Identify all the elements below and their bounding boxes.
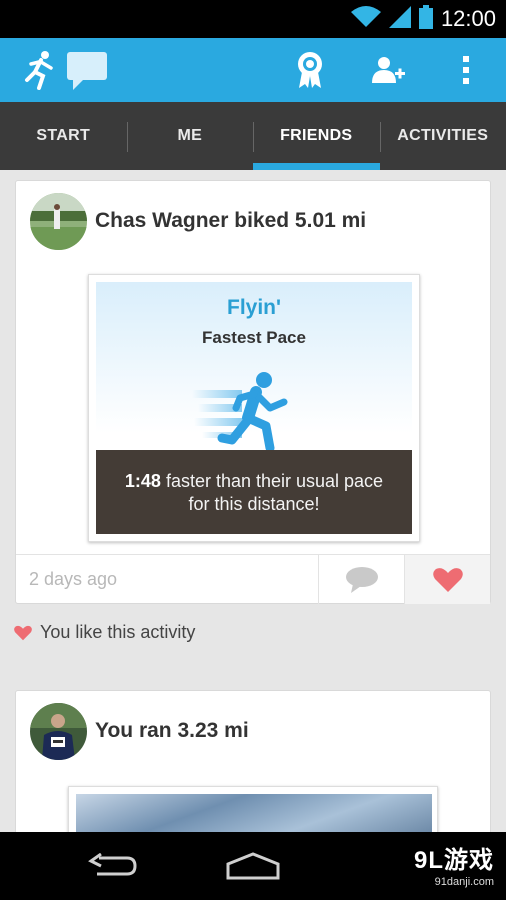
activity-card: Chas Wagner biked 5.01 mi Flyin' Fastest…	[15, 180, 491, 604]
watermark: 9L游戏 91danji.com	[414, 840, 494, 888]
avatar[interactable]	[30, 192, 87, 250]
status-time: 12:00	[440, 6, 496, 31]
badge-description-line1: faster than their usual pace	[160, 471, 384, 491]
comment-button[interactable]	[318, 555, 404, 604]
battery-icon	[418, 4, 433, 34]
runner-logo-icon[interactable]	[20, 38, 60, 102]
chat-bubble-icon[interactable]	[64, 38, 110, 102]
likes-summary[interactable]: You like this activity	[14, 622, 195, 643]
watermark-logo: 9L游戏	[413, 847, 494, 874]
heart-icon	[432, 567, 463, 592]
wifi-icon	[350, 5, 381, 33]
likes-text: You like this activity	[40, 622, 196, 642]
overflow-menu-icon[interactable]	[446, 38, 486, 102]
tab-friends[interactable]: FRIENDS	[253, 102, 380, 170]
tab-me[interactable]: ME	[126, 102, 254, 170]
running-figure-icon	[192, 372, 288, 452]
status-bar: 12:00	[0, 0, 506, 38]
award-ribbon-icon[interactable]	[288, 38, 332, 102]
back-icon[interactable]	[82, 846, 142, 886]
activity-title[interactable]: You ran 3.23 mi	[95, 719, 249, 743]
timestamp: 2 days ago	[29, 569, 118, 589]
badge-description-line2: for this distance!	[188, 494, 320, 514]
badge-highlight: 1:48	[124, 471, 161, 491]
tab-start[interactable]: START	[0, 102, 127, 170]
sky-photo	[76, 794, 432, 832]
badge-description: 1:48 faster than their usual pace for th…	[96, 470, 412, 516]
avatar[interactable]	[30, 702, 87, 760]
tab-bar: START ME FRIENDS ACTIVITIES	[0, 102, 506, 170]
achievement-badge[interactable]: Flyin' Fastest Pace 1:48 faster than the…	[88, 274, 420, 542]
card-header: Chas Wagner biked 5.01 mi	[16, 181, 490, 261]
watermark-url: 91danji.com	[434, 876, 494, 888]
badge-illustration: Flyin' Fastest Pace 1:48 faster than the…	[96, 282, 412, 534]
home-icon[interactable]	[222, 846, 284, 886]
tab-activities[interactable]: ACTIVITIES	[379, 102, 506, 170]
like-button[interactable]	[404, 555, 490, 604]
activity-feed[interactable]: Chas Wagner biked 5.01 mi Flyin' Fastest…	[0, 170, 506, 832]
add-friend-icon[interactable]	[366, 38, 410, 102]
comment-icon	[345, 566, 378, 593]
signal-icon	[388, 5, 411, 33]
card-footer: 2 days ago	[16, 554, 490, 604]
heart-icon	[14, 625, 32, 640]
badge-name: Flyin'	[227, 296, 281, 319]
activity-photo[interactable]	[68, 786, 438, 832]
badge-subtitle: Fastest Pace	[202, 328, 306, 347]
action-bar	[0, 38, 506, 102]
activity-title[interactable]: Chas Wagner biked 5.01 mi	[95, 209, 366, 233]
card-header: You ran 3.23 mi	[16, 691, 490, 771]
system-nav-bar: 9L游戏 91danji.com	[0, 832, 506, 900]
activity-card: You ran 3.23 mi	[15, 690, 491, 832]
